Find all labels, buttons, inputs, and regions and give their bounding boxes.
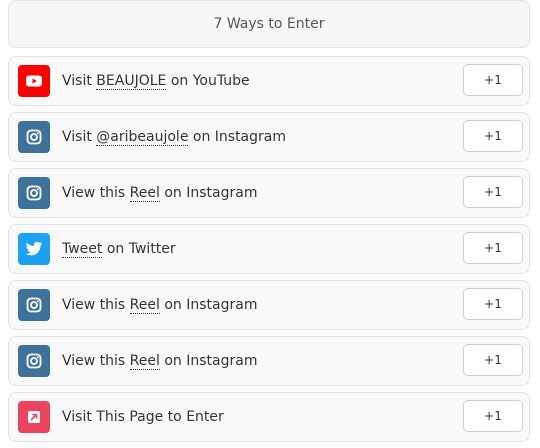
twitter-icon <box>18 233 50 265</box>
instagram-icon <box>18 289 50 321</box>
entry-methods-title: 7 Ways to Enter <box>213 16 325 32</box>
entry-link[interactable]: Tweet <box>62 241 103 258</box>
external-link-icon <box>18 401 50 433</box>
youtube-icon <box>18 65 50 97</box>
entry-method-label: View this Reel on Instagram <box>62 184 258 202</box>
instagram-icon <box>18 121 50 153</box>
entry-points-button[interactable]: +1 <box>463 344 523 376</box>
entry-points-button[interactable]: +1 <box>463 176 523 208</box>
entry-method-label: Visit This Page to Enter <box>62 409 224 425</box>
entry-methods-header: 7 Ways to Enter <box>8 0 530 48</box>
entry-method-instagram-reel[interactable]: View this Reel on Instagram +1 <box>8 280 530 330</box>
entry-points-button[interactable]: +1 <box>463 232 523 264</box>
entry-link[interactable]: Reel <box>129 353 160 370</box>
entry-method-instagram-reel[interactable]: View this Reel on Instagram +1 <box>8 336 530 386</box>
entry-method-label: View this Reel on Instagram <box>62 352 258 370</box>
entry-method-twitter[interactable]: Tweet on Twitter +1 <box>8 224 530 274</box>
entry-link[interactable]: BEAUJOLE <box>96 73 167 90</box>
entry-link[interactable]: Reel <box>129 185 160 202</box>
entry-method-instagram-reel[interactable]: View this Reel on Instagram +1 <box>8 168 530 218</box>
entry-points-button[interactable]: +1 <box>463 288 523 320</box>
instagram-icon <box>18 177 50 209</box>
entry-method-label: Visit @aribeaujole on Instagram <box>62 128 286 146</box>
entry-points-button[interactable]: +1 <box>463 400 523 432</box>
instagram-icon <box>18 345 50 377</box>
entry-link[interactable]: @aribeaujole <box>96 129 189 146</box>
entry-method-label: View this Reel on Instagram <box>62 296 258 314</box>
entry-points-button[interactable]: +1 <box>463 64 523 96</box>
entry-method-visit-page[interactable]: Visit This Page to Enter +1 <box>8 392 530 442</box>
entry-method-youtube[interactable]: Visit BEAUJOLE on YouTube +1 <box>8 56 530 106</box>
entry-method-label: Tweet on Twitter <box>62 240 176 258</box>
entry-points-button[interactable]: +1 <box>463 120 523 152</box>
entry-method-label: Visit BEAUJOLE on YouTube <box>62 72 250 90</box>
entry-method-instagram-visit[interactable]: Visit @aribeaujole on Instagram +1 <box>8 112 530 162</box>
entry-methods-list: Visit BEAUJOLE on YouTube +1 Visit @arib… <box>8 56 530 448</box>
entry-link[interactable]: Reel <box>129 297 160 314</box>
